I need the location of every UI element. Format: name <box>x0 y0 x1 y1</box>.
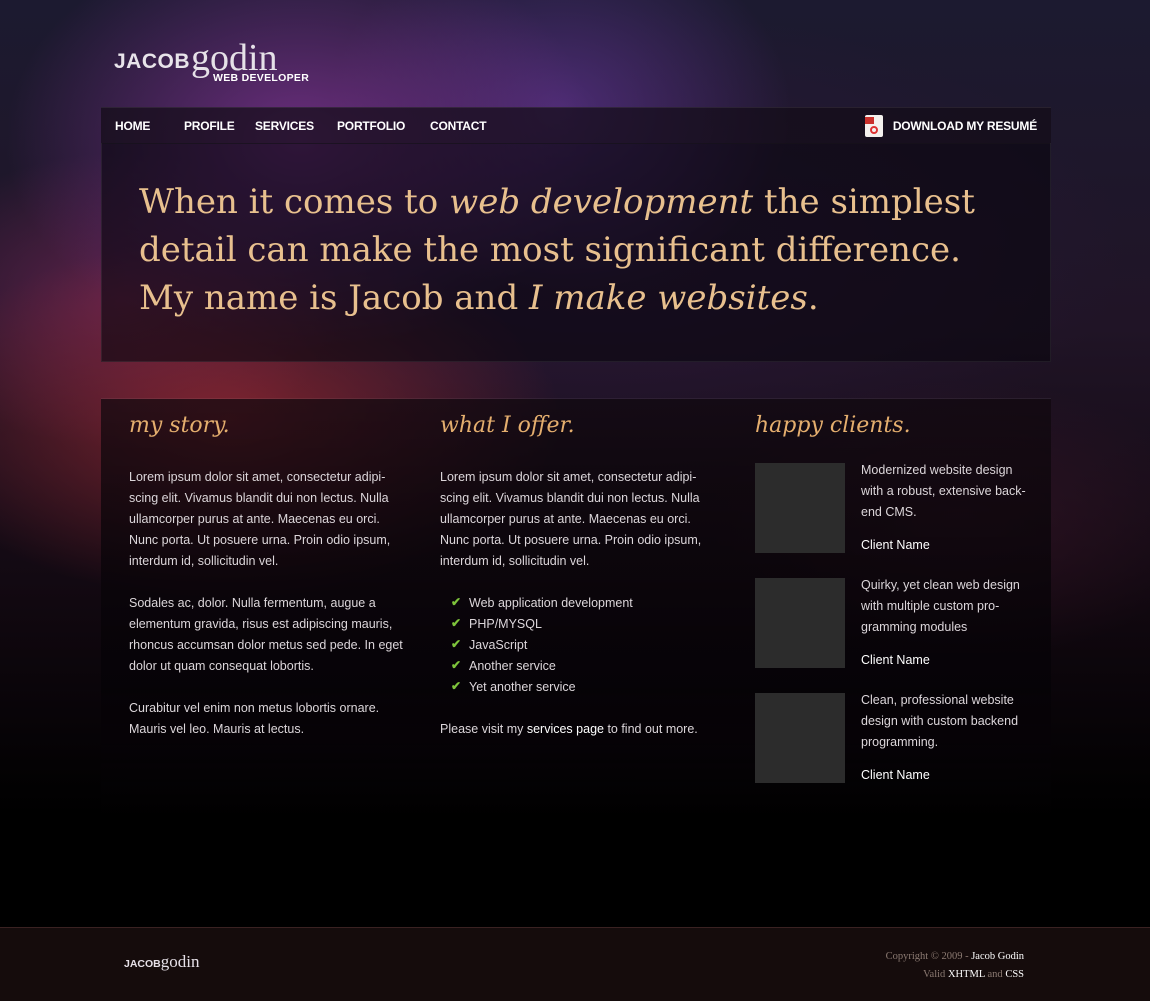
what-i-offer-column: what I offer. Lorem ipsum dolor sit amet… <box>440 411 715 740</box>
pdf-icon <box>864 115 883 137</box>
hero-banner: When it comes to web development the sim… <box>101 143 1051 362</box>
nav-contact[interactable]: CONTACT <box>430 119 487 133</box>
client-thumbnail[interactable] <box>755 578 845 668</box>
what-i-offer-heading: what I offer. <box>440 413 575 438</box>
footer-credits: Copyright © 2009 - Jacob Godin Valid XHT… <box>886 948 1024 984</box>
check-icon: ✔ <box>451 616 462 630</box>
css-link[interactable]: CSS <box>1005 969 1024 980</box>
story-paragraph-1: Lorem ipsum dolor sit amet, consectetur … <box>129 470 391 568</box>
offer-intro: Lorem ipsum dolor sit amet, consectetur … <box>440 470 702 568</box>
xhtml-link[interactable]: XHTML <box>948 969 985 980</box>
list-item: ✔ Another service <box>451 658 556 673</box>
content-panel: my story. Lorem ipsum dolor sit amet, co… <box>101 398 1051 819</box>
my-story-heading: my story. <box>129 413 230 438</box>
client-description: Modernized website design with a robust,… <box>861 463 1026 519</box>
copyright-line: Copyright © 2009 - Jacob Godin <box>885 951 1024 962</box>
client-name-link[interactable]: Client Name <box>861 768 930 782</box>
client-thumbnail[interactable] <box>755 463 845 553</box>
my-story-column: my story. Lorem ipsum dolor sit amet, co… <box>129 411 404 740</box>
check-icon: ✔ <box>451 595 462 609</box>
list-item: ✔ JavaScript <box>451 637 528 652</box>
logo-tagline: WEB DEVELOPER <box>213 72 310 84</box>
list-item: ✔ PHP/MYSQL <box>451 616 542 631</box>
footer: JACOBgodin Copyright © 2009 - Jacob Godi… <box>0 927 1150 1001</box>
nav-services[interactable]: SERVICES <box>255 119 314 133</box>
client-item: Quirky, yet clean web design with multip… <box>755 578 1025 683</box>
services-page-link[interactable]: services page <box>527 722 604 736</box>
client-item: Modernized website design with a robust,… <box>755 463 1026 568</box>
validation-line: Valid XHTML and CSS <box>923 969 1024 980</box>
client-description: Clean, professional website design with … <box>861 693 1019 749</box>
check-icon: ✔ <box>451 658 462 672</box>
services-list: ✔ Web application development ✔ PHP/MYSQL … <box>440 593 715 698</box>
story-paragraph-2: Sodales ac, dolor. Nulla fermentum, augu… <box>129 596 403 673</box>
download-resume-button[interactable]: DOWNLOAD MY RESUMÉ <box>864 115 1037 137</box>
hero-statement: When it comes to web development the sim… <box>139 182 975 318</box>
site-logo[interactable]: JACOB godin WEB DEVELOPER <box>114 37 314 88</box>
nav-profile[interactable]: PROFILE <box>184 119 235 133</box>
footer-logo-first: JACOB <box>124 958 161 970</box>
client-thumbnail[interactable] <box>755 693 845 783</box>
download-resume-label: DOWNLOAD MY RESUMÉ <box>892 119 1037 133</box>
author-link[interactable]: Jacob Godin <box>971 951 1024 962</box>
happy-clients-column: happy clients. Modernized website design… <box>755 411 1030 811</box>
check-icon: ✔ <box>451 679 462 693</box>
footer-logo-last: godin <box>160 952 200 971</box>
happy-clients-heading: happy clients. <box>755 413 911 438</box>
main-navigation: HOME PROFILE SERVICES PORTFOLIO CONTACT … <box>101 107 1051 144</box>
list-item: ✔ Yet another service <box>451 679 576 694</box>
client-name-link[interactable]: Client Name <box>861 538 930 552</box>
logo-first-name: JACOB <box>114 50 191 73</box>
nav-home[interactable]: HOME <box>115 119 150 133</box>
offer-outro: Please visit my services page to find ou… <box>440 722 698 736</box>
list-item: ✔ Web application development <box>451 595 633 610</box>
nav-portfolio[interactable]: PORTFOLIO <box>337 119 405 133</box>
story-paragraph-3: Curabitur vel enim non metus lobortis or… <box>129 701 380 736</box>
client-item: Clean, professional website design with … <box>755 693 1025 798</box>
check-icon: ✔ <box>451 637 462 651</box>
client-name-link[interactable]: Client Name <box>861 653 930 667</box>
footer-logo[interactable]: JACOBgodin <box>124 952 200 972</box>
client-description: Quirky, yet clean web design with multip… <box>861 578 1020 634</box>
